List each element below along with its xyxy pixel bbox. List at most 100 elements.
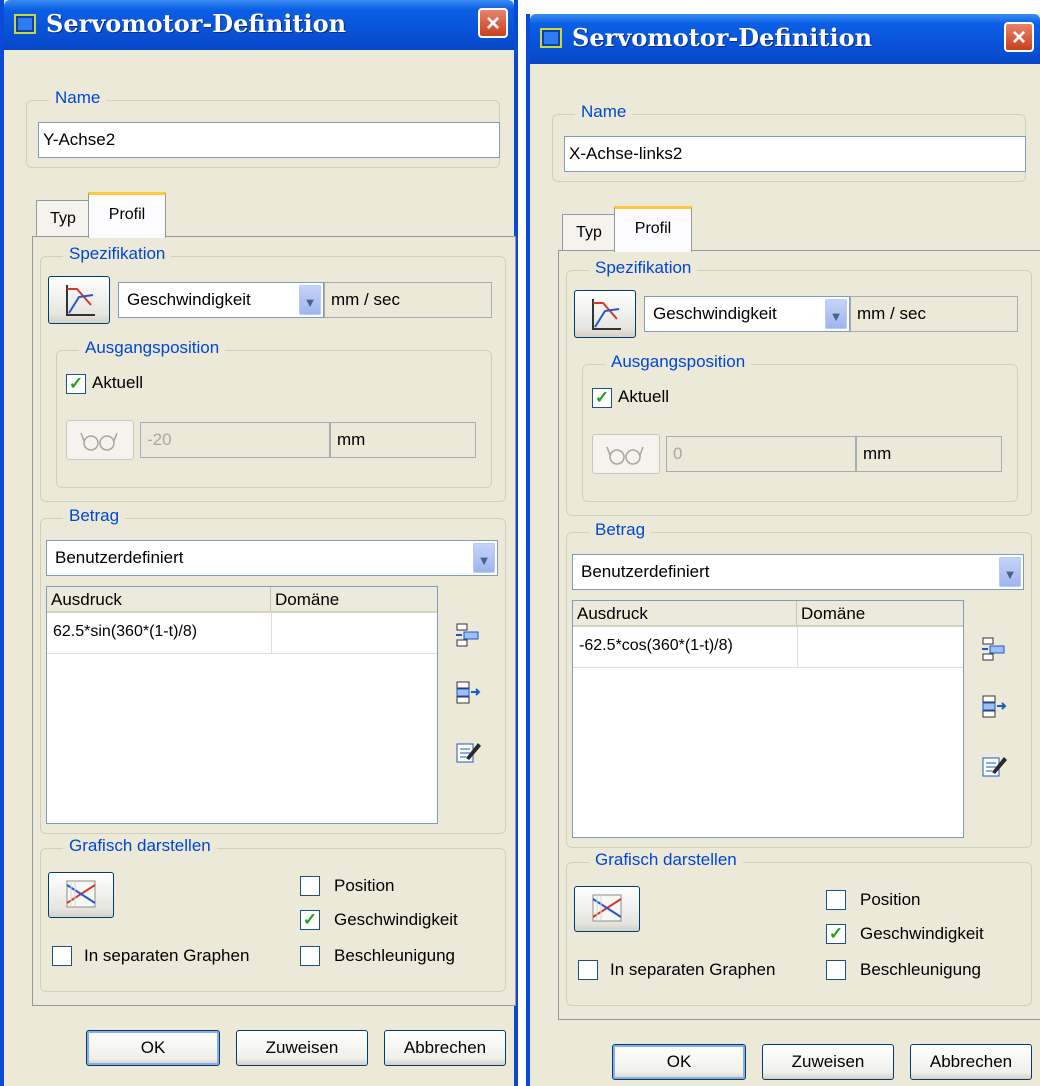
window-icon [540,28,562,48]
graph-icon [592,894,622,922]
spec-type-select[interactable]: Geschwindigkeit ▼ [644,296,850,332]
position-input[interactable]: 0 [666,436,856,472]
graph-button[interactable] [574,886,640,932]
row-divider [573,667,963,668]
spec-unit: mm / sec [850,296,1018,332]
expression-cell[interactable]: 62.5*sin(360*(1-t)/8) [53,623,197,641]
velocity-option-label: Geschwindigkeit [860,924,984,943]
cancel-button[interactable]: Abbrechen [384,1030,506,1066]
apply-button[interactable]: Zuweisen [236,1030,368,1066]
expression-table[interactable]: Ausdruck Domäne -62.5*cos(360*(1-t)/8) [572,600,964,838]
initial-position-label: Ausgangsposition [79,338,226,358]
position-option-label: Position [334,876,395,895]
profile-curve-icon [592,299,621,330]
chevron-down-icon[interactable]: ▼ [473,543,495,573]
close-button[interactable]: × [1004,22,1034,52]
profile-graph-button[interactable] [48,276,110,324]
separate-graphs-checkbox[interactable] [52,946,72,966]
spec-type-select[interactable]: Geschwindigkeit ▼ [118,282,324,318]
tab-typ[interactable]: Typ [562,214,616,250]
position-unit: mm [330,422,476,458]
edit-row-button[interactable] [980,752,1008,780]
expression-cell[interactable]: -62.5*cos(360*(1-t)/8) [579,637,733,655]
chevron-down-icon[interactable]: ▼ [299,285,321,315]
ok-button[interactable]: OK [86,1030,220,1066]
chevron-down-icon[interactable]: ▼ [825,299,847,329]
current-checkbox[interactable]: ✓ [66,374,86,394]
servo-dialog-left: Servomotor-Definition × Name Y-Achse2 Ty… [0,0,518,1086]
initial-position-group: Ausgangsposition [56,338,492,488]
magnitude-label: Betrag [589,520,652,540]
current-label: Aktuell [92,373,144,392]
name-label: Name [575,102,633,122]
window-icon [14,14,36,34]
column-header-domain[interactable]: Domäne [797,601,963,627]
ok-button[interactable]: OK [612,1044,746,1080]
position-unit: mm [856,436,1002,472]
close-button[interactable]: × [478,8,508,38]
column-divider [797,627,798,667]
specification-label: Spezifikation [589,258,698,278]
insert-row-button[interactable] [454,622,482,650]
profile-graph-button[interactable] [574,290,636,338]
spec-unit: mm / sec [324,282,492,318]
acceleration-checkbox[interactable] [300,946,320,966]
apply-button[interactable]: Zuweisen [762,1044,894,1080]
add-row-button[interactable] [454,680,482,708]
glasses-icon [80,432,118,451]
acceleration-option-label: Beschleunigung [860,960,981,979]
initial-position-group: Ausgangsposition [582,352,1018,502]
column-header-domain[interactable]: Domäne [271,587,437,613]
velocity-checkbox[interactable]: ✓ [826,924,846,944]
tab-profil[interactable]: Profil [614,206,692,252]
acceleration-checkbox[interactable] [826,960,846,980]
title-bar[interactable]: Servomotor-Definition × [4,0,514,50]
add-row-icon [982,695,1007,718]
title-bar[interactable]: Servomotor-Definition × [530,14,1040,64]
column-header-expression[interactable]: Ausdruck [573,601,797,627]
window-title: Servomotor-Definition [46,9,347,38]
add-row-icon [456,681,481,704]
magnitude-select[interactable]: Benutzerdefiniert ▼ [572,554,1024,590]
current-checkbox[interactable]: ✓ [592,388,612,408]
insert-row-icon [456,623,479,647]
profile-curve-icon [66,285,95,316]
position-checkbox[interactable] [826,890,846,910]
specification-label: Spezifikation [63,244,172,264]
velocity-option-label: Geschwindigkeit [334,910,458,929]
magnitude-value: Benutzerdefiniert [55,548,184,567]
magnitude-select[interactable]: Benutzerdefiniert ▼ [46,540,498,576]
acceleration-option-label: Beschleunigung [334,946,455,965]
graph-button[interactable] [48,872,114,918]
expression-table[interactable]: Ausdruck Domäne 62.5*sin(360*(1-t)/8) [46,586,438,824]
initial-position-label: Ausgangsposition [605,352,752,372]
column-divider [271,613,272,653]
tab-profil[interactable]: Profil [88,192,166,238]
graph-label: Grafisch darstellen [589,850,743,870]
add-row-button[interactable] [980,694,1008,722]
cancel-button[interactable]: Abbrechen [910,1044,1032,1080]
position-option-label: Position [860,890,921,909]
measure-button[interactable] [66,420,134,460]
glasses-icon [606,446,644,465]
position-checkbox[interactable] [300,876,320,896]
row-divider [47,653,437,654]
velocity-checkbox[interactable]: ✓ [300,910,320,930]
position-input[interactable]: -20 [140,422,330,458]
measure-button[interactable] [592,434,660,474]
edit-pencil-icon [982,757,1007,777]
servo-dialog-right: Servomotor-Definition × Name X-Achse-lin… [526,14,1040,1086]
magnitude-label: Betrag [63,506,126,526]
edit-row-button[interactable] [454,738,482,766]
name-input[interactable]: X-Achse-links2 [564,136,1026,172]
graph-label: Grafisch darstellen [63,836,217,856]
name-label: Name [49,88,107,108]
separate-graphs-label: In separaten Graphen [84,946,250,965]
tab-typ[interactable]: Typ [36,200,90,236]
spec-type-value: Geschwindigkeit [653,304,777,323]
column-header-expression[interactable]: Ausdruck [47,587,271,613]
insert-row-button[interactable] [980,636,1008,664]
chevron-down-icon[interactable]: ▼ [999,557,1021,587]
name-input[interactable]: Y-Achse2 [38,122,500,158]
separate-graphs-checkbox[interactable] [578,960,598,980]
